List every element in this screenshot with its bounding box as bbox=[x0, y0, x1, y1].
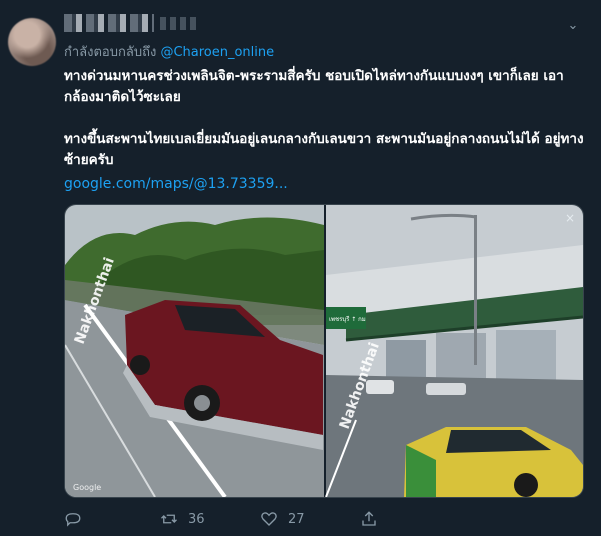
display-name-blurred[interactable] bbox=[64, 14, 154, 32]
google-watermark: Google bbox=[73, 483, 102, 492]
media-image[interactable]: Nakhonthai เพชรบุรี ↑ กม Nakhonthai × Go… bbox=[64, 204, 584, 498]
like-button[interactable]: 27 bbox=[260, 510, 305, 528]
chevron-down-icon[interactable]: ⌄ bbox=[566, 19, 580, 33]
heart-icon bbox=[261, 512, 277, 526]
tweet-actions: 36 27 bbox=[64, 510, 584, 532]
tweet-paragraph-2: ทางขึ้นสะพานไทยเบลเยี่ยมมันอยู่เลนกลางกั… bbox=[64, 131, 584, 168]
green-sign-text: เพชรบุรี ↑ กม bbox=[329, 315, 366, 323]
avatar[interactable] bbox=[8, 18, 56, 66]
reply-mention-link[interactable]: @Charoen_online bbox=[160, 45, 274, 60]
street-view-images: Nakhonthai เพชรบุรี ↑ กม Nakhonthai bbox=[65, 205, 583, 497]
retweet-icon bbox=[161, 514, 177, 524]
share-button[interactable] bbox=[360, 510, 378, 528]
left-street-view: Nakhonthai bbox=[65, 205, 324, 497]
retweet-button[interactable]: 36 bbox=[160, 510, 205, 528]
retweet-count: 36 bbox=[188, 511, 205, 527]
share-icon bbox=[362, 511, 376, 526]
close-icon[interactable]: × bbox=[565, 211, 575, 225]
tweet-paragraph-1: ทางด่วนมหานครช่วงเพลินจิต-พระรามสี่ครับ … bbox=[64, 68, 564, 105]
reply-icon bbox=[65, 513, 81, 527]
reply-prefix: กำลังตอบกลับถึง bbox=[64, 45, 157, 60]
reply-context: กำลังตอบกลับถึง @Charoen_online bbox=[64, 41, 274, 62]
tweet-link[interactable]: google.com/maps/@13.73359... bbox=[64, 176, 288, 192]
tweet-text: ทางด่วนมหานครช่วงเพลินจิต-พระรามสี่ครับ … bbox=[64, 66, 584, 171]
right-street-view: เพชรบุรี ↑ กม Nakhonthai bbox=[325, 205, 583, 497]
handle-blurred bbox=[160, 17, 196, 30]
like-count: 27 bbox=[288, 511, 305, 527]
reply-button[interactable] bbox=[64, 510, 82, 528]
